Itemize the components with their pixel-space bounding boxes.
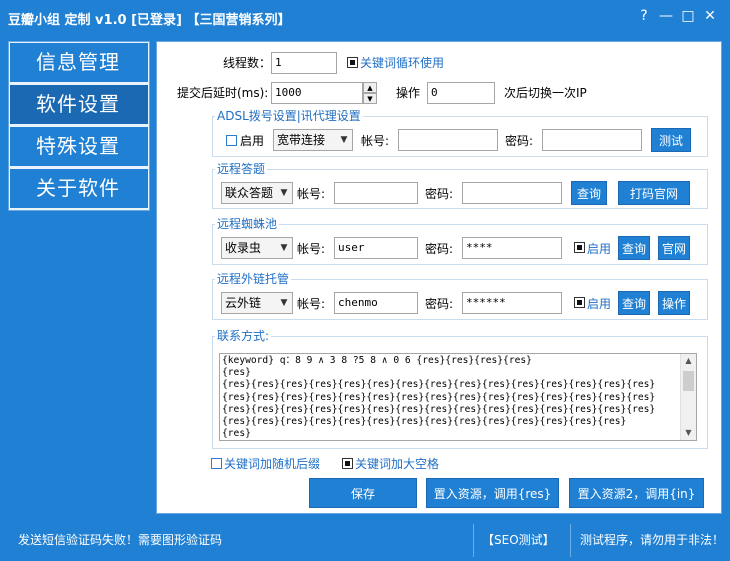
loop-keywords-checkbox[interactable] — [347, 57, 358, 68]
help-button[interactable]: ? — [632, 6, 656, 26]
status-separator — [570, 524, 571, 557]
random-suffix-checkbox[interactable] — [211, 458, 222, 469]
adsl-password-label: 密码: — [505, 134, 534, 148]
adsl-account-input[interactable] — [398, 129, 498, 151]
scroll-down-arrow-icon[interactable]: ▼ — [681, 426, 696, 440]
chevron-down-icon: ▼ — [280, 243, 288, 253]
adsl-password-input[interactable] — [542, 129, 642, 151]
nav-item-info[interactable]: 信息管理 — [10, 43, 148, 82]
minimize-button[interactable]: — — [654, 6, 678, 26]
delay-input[interactable]: 1000 — [271, 82, 363, 104]
nav-item-software-settings[interactable]: 软件设置 — [10, 85, 148, 124]
contact-textarea[interactable]: {keyword} q：8 9 ∧ 3 8 ?5 8 ∧ 0 6 {res}{r… — [219, 353, 697, 441]
thread-input[interactable]: 1 — [271, 52, 337, 74]
spider-enable-checkbox[interactable] — [574, 242, 585, 253]
window-title: 豆瓣小组 定制 v1.0 [已登录] 【三国营销系列】 — [8, 13, 291, 28]
contact-text: {keyword} q：8 9 ∧ 3 8 ?5 8 ∧ 0 6 {res}{r… — [222, 355, 656, 440]
links-group-title: 远程外链托管 — [215, 271, 292, 287]
contact-scrollbar[interactable]: ▲ ▼ — [680, 354, 696, 440]
links-account-input[interactable]: chenmo — [334, 292, 418, 314]
captcha-query-button[interactable]: 查询 — [571, 181, 607, 205]
captcha-group-title: 远程答题 — [215, 161, 268, 177]
adsl-enable-label: 启用 — [240, 134, 265, 148]
add-space-label: 关键词加大空格 — [355, 457, 440, 471]
delay-up-arrow-icon[interactable]: ▲ — [363, 82, 377, 93]
captcha-password-input[interactable] — [462, 182, 562, 204]
op-label: 操作 — [396, 86, 421, 100]
seo-test-link[interactable]: 【SEO测试】 — [482, 520, 555, 561]
delay-label: 提交后延时(ms): — [177, 86, 269, 100]
links-query-button[interactable]: 查询 — [618, 291, 650, 315]
spider-enable-label: 启用 — [587, 242, 612, 256]
spider-account-input[interactable]: user — [334, 237, 418, 259]
links-password-input[interactable]: ****** — [462, 292, 562, 314]
links-service-select[interactable]: 云外链 ▼ — [221, 292, 293, 314]
title-bar: 豆瓣小组 定制 v1.0 [已登录] 【三国营销系列】 ? — □ ✕ — [0, 0, 730, 34]
adsl-account-label: 帐号: — [361, 134, 390, 148]
captcha-group: 远程答题 联众答题 ▼ 帐号: 密码: 查询 打码官网 — [212, 161, 708, 209]
switch-ip-label: 次后切换一次IP — [504, 86, 587, 100]
spider-group: 远程蜘蛛池 收录虫 ▼ 帐号: user 密码: **** 启用 查询 官网 — [212, 216, 708, 265]
spider-password-label: 密码: — [425, 242, 454, 256]
side-nav: 信息管理 软件设置 特殊设置 关于软件 — [8, 41, 150, 211]
random-suffix-label: 关键词加随机后缀 — [224, 457, 321, 471]
adsl-mode-select[interactable]: 宽带连接 ▼ — [273, 129, 353, 151]
spider-account-label: 帐号: — [297, 242, 326, 256]
chevron-down-icon: ▼ — [340, 135, 348, 145]
captcha-password-label: 密码: — [425, 187, 454, 201]
links-account-label: 帐号: — [297, 297, 326, 311]
chevron-down-icon: ▼ — [280, 188, 288, 198]
op-input[interactable]: 0 — [427, 82, 495, 104]
settings-panel: 线程数： 1 关键词循环使用 提交后延时(ms): 1000 ▲ ▼ 操作 0 … — [156, 41, 722, 514]
status-message: 发送短信验证码失败！需要图形验证码 — [18, 533, 223, 547]
captcha-service-select[interactable]: 联众答题 ▼ — [221, 182, 293, 204]
close-button[interactable]: ✕ — [698, 6, 722, 26]
spider-group-title: 远程蜘蛛池 — [215, 216, 280, 232]
delay-down-arrow-icon[interactable]: ▼ — [363, 93, 377, 104]
chevron-down-icon: ▼ — [280, 298, 288, 308]
adsl-group: ADSL拨号设置|讯代理设置 启用 宽带连接 ▼ 帐号: 密码: 测试 — [212, 108, 708, 157]
adsl-enable-checkbox[interactable] — [226, 135, 237, 146]
scroll-up-arrow-icon[interactable]: ▲ — [681, 354, 696, 368]
spider-query-button[interactable]: 查询 — [618, 236, 650, 260]
spider-site-button[interactable]: 官网 — [658, 236, 690, 260]
adsl-test-button[interactable]: 测试 — [651, 128, 691, 152]
spider-service-select[interactable]: 收录虫 ▼ — [221, 237, 293, 259]
captcha-service-value: 联众答题 — [225, 186, 274, 200]
links-service-value: 云外链 — [225, 296, 262, 310]
links-op-button[interactable]: 操作 — [658, 291, 690, 315]
import-resource-button[interactable]: 置入资源，调用{res} — [426, 478, 559, 508]
add-space-checkbox[interactable] — [342, 458, 353, 469]
loop-keywords-label: 关键词循环使用 — [360, 56, 445, 70]
save-button[interactable]: 保存 — [309, 478, 417, 508]
links-group: 远程外链托管 云外链 ▼ 帐号: chenmo 密码: ****** 启用 查询… — [212, 271, 708, 320]
scrollbar-thumb[interactable] — [683, 371, 694, 391]
status-separator — [473, 524, 474, 557]
captcha-account-input[interactable] — [334, 182, 418, 204]
status-bar: 发送短信验证码失败！需要图形验证码 【SEO测试】 测试程序，请勿用于非法！ — [0, 520, 730, 561]
status-notice: 测试程序，请勿用于非法！ — [580, 533, 725, 547]
links-password-label: 密码: — [425, 297, 454, 311]
thread-label: 线程数： — [223, 56, 272, 70]
spider-password-input[interactable]: **** — [462, 237, 562, 259]
adsl-mode-value: 宽带连接 — [277, 133, 326, 147]
contact-group-title: 联系方式: — [215, 328, 272, 344]
spider-service-value: 收录虫 — [225, 241, 262, 255]
nav-item-special-settings[interactable]: 特殊设置 — [10, 127, 148, 166]
import-resource2-button[interactable]: 置入资源2，调用{in} — [569, 478, 704, 508]
nav-item-about[interactable]: 关于软件 — [10, 169, 148, 208]
links-enable-checkbox[interactable] — [574, 297, 585, 308]
captcha-site-button[interactable]: 打码官网 — [618, 181, 690, 205]
links-enable-label: 启用 — [587, 297, 612, 311]
maximize-button[interactable]: □ — [676, 6, 700, 26]
captcha-account-label: 帐号: — [297, 187, 326, 201]
adsl-group-title: ADSL拨号设置|讯代理设置 — [215, 108, 363, 124]
